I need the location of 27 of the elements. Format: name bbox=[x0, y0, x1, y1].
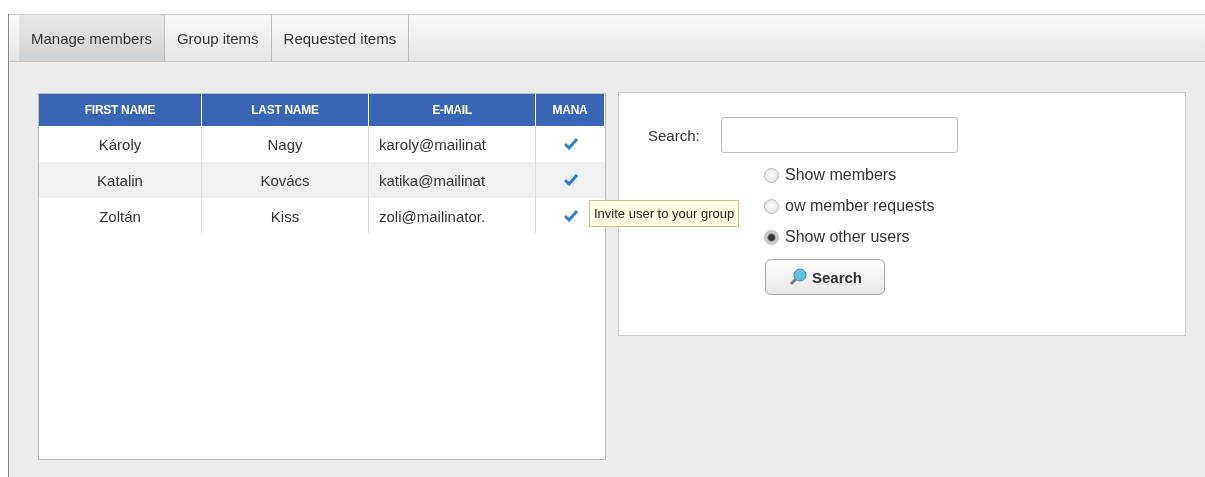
table-cell: katika@mailinat bbox=[369, 162, 536, 198]
column-header: LAST NAME bbox=[202, 94, 369, 126]
radio-button[interactable] bbox=[764, 167, 779, 183]
table-cell: Kovács bbox=[202, 162, 369, 198]
checkmark-icon[interactable] bbox=[563, 138, 578, 150]
radio-label[interactable]: Show other users bbox=[785, 228, 910, 246]
tab[interactable]: Group items bbox=[164, 15, 272, 61]
checkmark-icon[interactable] bbox=[563, 174, 578, 186]
radio-label[interactable]: ow member requests bbox=[785, 197, 935, 215]
radio-button[interactable] bbox=[764, 229, 779, 245]
table-cell: Kiss bbox=[202, 198, 369, 234]
radio-button[interactable] bbox=[764, 198, 779, 214]
tab[interactable]: Manage members bbox=[19, 15, 165, 61]
tooltip: Invite user to your group bbox=[589, 200, 740, 227]
search-button[interactable]: Search bbox=[765, 259, 886, 295]
column-header: E-MAIL bbox=[369, 94, 536, 126]
checkmark-icon[interactable] bbox=[563, 210, 578, 222]
radio-label[interactable]: Show members bbox=[785, 166, 897, 184]
table-cell: Katalin bbox=[39, 162, 202, 198]
tab[interactable]: Requested items bbox=[271, 15, 410, 61]
column-header: FIRST NAME bbox=[39, 94, 202, 126]
table-cell: zoli@mailinator. bbox=[369, 198, 536, 234]
search-icon bbox=[788, 267, 808, 287]
table-cell: Zoltán bbox=[39, 198, 202, 234]
search-label: Search: bbox=[648, 126, 700, 144]
search-field[interactable] bbox=[720, 117, 958, 153]
column-header: MANA bbox=[536, 94, 605, 126]
